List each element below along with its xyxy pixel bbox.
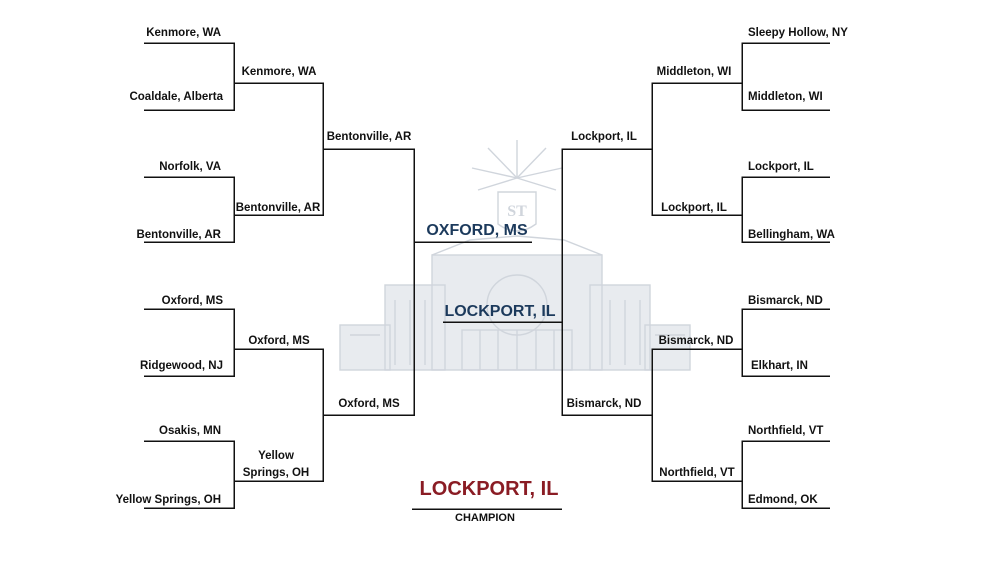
team-slot: Sleepy Hollow, NY: [748, 27, 848, 39]
team-slot: Bismarck, ND: [659, 335, 734, 347]
team-slot: Kenmore, WA: [146, 27, 221, 39]
team-slot: Yellow: [258, 450, 294, 462]
tournament-bracket: ST Kenmore, WA Coaldale, Alberta Norfolk…: [116, 27, 849, 524]
finalist-right: LOCKPORT, IL: [444, 303, 555, 320]
champion-label: CHAMPION: [455, 512, 515, 524]
team-slot: Oxford, MS: [248, 335, 310, 347]
right-round-2: Middleton, WI Lockport, IL Bismarck, ND …: [657, 66, 735, 479]
team-slot: Bismarck, ND: [748, 295, 823, 307]
team-slot: Bentonville, AR: [136, 229, 221, 241]
team-slot: Coaldale, Alberta: [129, 91, 223, 103]
team-slot: Bellingham, WA: [748, 229, 835, 241]
team-slot: Ridgewood, NJ: [140, 360, 223, 372]
team-slot: Northfield, VT: [748, 425, 823, 437]
svg-text:ST: ST: [507, 203, 527, 220]
right-round-1: Sleepy Hollow, NY Middleton, WI Lockport…: [748, 27, 848, 506]
team-slot: Edmond, OK: [748, 494, 818, 506]
left-round-1: Kenmore, WA Coaldale, Alberta Norfolk, V…: [116, 27, 224, 506]
team-slot: Kenmore, WA: [242, 66, 317, 78]
team-slot: Lockport, IL: [748, 161, 814, 173]
team-slot: Middleton, WI: [748, 91, 823, 103]
team-slot: Bentonville, AR: [236, 202, 321, 214]
finalist-left: OXFORD, MS: [426, 222, 528, 239]
champion-team: LOCKPORT, IL: [420, 478, 559, 500]
team-slot: Oxford, MS: [338, 398, 400, 410]
team-slot: Springs, OH: [243, 467, 309, 479]
team-slot: Lockport, IL: [661, 202, 727, 214]
team-slot: Middleton, WI: [657, 66, 732, 78]
left-round-2: Kenmore, WA Bentonville, AR Oxford, MS Y…: [236, 66, 321, 479]
team-slot: Yellow Springs, OH: [116, 494, 221, 506]
team-slot: Bismarck, ND: [567, 398, 642, 410]
team-slot: Oxford, MS: [162, 295, 224, 307]
team-slot: Bentonville, AR: [327, 131, 412, 143]
team-slot: Elkhart, IN: [751, 360, 808, 372]
team-slot: Osakis, MN: [159, 425, 221, 437]
team-slot: Lockport, IL: [571, 131, 637, 143]
team-slot: Northfield, VT: [659, 467, 734, 479]
team-slot: Norfolk, VA: [159, 161, 221, 173]
watermark-logo: ST: [339, 140, 691, 371]
